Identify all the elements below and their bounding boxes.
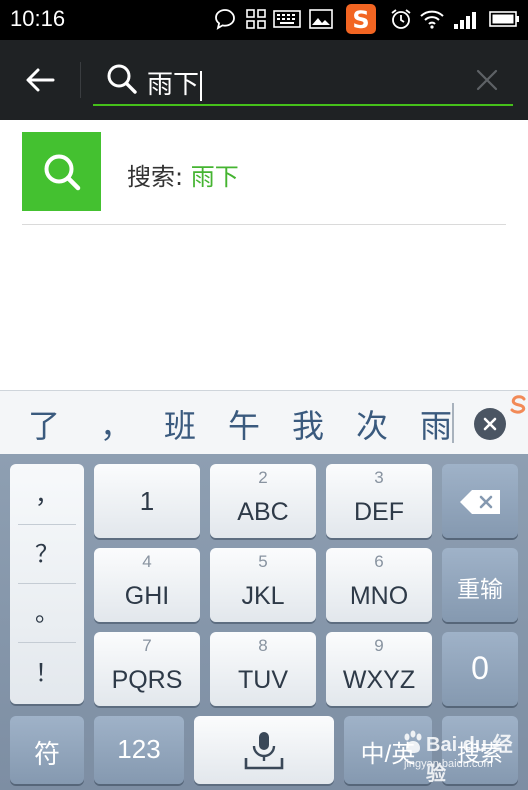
close-icon: [483, 417, 497, 431]
text-caret: [200, 70, 203, 101]
candidate-word[interactable]: 班: [164, 401, 196, 447]
result-search-icon-box: [22, 132, 101, 211]
close-icon: [476, 69, 498, 91]
backspace-button[interactable]: [442, 464, 518, 538]
result-divider: [22, 224, 506, 225]
search-query-text: 雨下: [147, 64, 203, 101]
key-3-def[interactable]: 3 DEF: [326, 464, 432, 538]
search-icon: [105, 62, 139, 100]
paw-icon: [404, 730, 422, 753]
numbers-button[interactable]: 123: [94, 716, 184, 784]
baidu-jingyan-watermark: Bai du 经验 jingyan.baidu.com: [398, 728, 524, 785]
search-result-item[interactable]: 搜索: 雨下: [0, 120, 528, 226]
ime-candidate-bar: 了 ， 班 午 我 次 雨: [0, 390, 528, 454]
search-icon: [44, 154, 80, 190]
candidate-separator: [452, 403, 454, 443]
candidate-word[interactable]: 次: [356, 401, 388, 447]
microphone-icon: [244, 732, 284, 770]
key-1[interactable]: 1: [94, 464, 200, 538]
grid-apps-icon: [244, 6, 268, 32]
signal-icon: [452, 6, 482, 32]
sogou-logo-icon: [506, 393, 528, 417]
key-4-ghi[interactable]: 4 GHI: [94, 548, 200, 622]
sogou-s-icon: S: [346, 4, 376, 34]
key-6-mno[interactable]: 6 MNO: [326, 548, 432, 622]
punctuation-column: ， ？ 。 ！: [10, 464, 84, 704]
alarm-icon: [388, 6, 414, 32]
watermark-url: jingyan.baidu.com: [404, 758, 493, 770]
search-input[interactable]: 雨下: [93, 54, 513, 106]
retype-button[interactable]: 重输: [442, 548, 518, 622]
candidate-word[interactable]: 了: [28, 401, 60, 447]
voice-input-button[interactable]: [194, 716, 334, 784]
result-query: 雨下: [190, 163, 239, 191]
toolbar-divider: [80, 62, 81, 98]
battery-icon: [488, 6, 522, 32]
key-8-tuv[interactable]: 8 TUV: [210, 632, 316, 706]
status-time: 10:16: [10, 6, 66, 31]
candidate-word[interactable]: 雨: [420, 401, 452, 447]
chat-bubble-icon: [212, 6, 238, 32]
wifi-icon: [418, 6, 446, 32]
svg-text:S: S: [352, 6, 369, 34]
punct-key-question[interactable]: ？: [18, 525, 76, 583]
keyboard-icon: [272, 6, 302, 32]
symbols-button[interactable]: 符: [10, 716, 84, 784]
watermark-text: Bai du 经验: [426, 734, 513, 785]
arrow-left-icon: [26, 68, 55, 92]
status-bar: 10:16 S: [0, 0, 528, 40]
candidate-word[interactable]: ，: [100, 401, 132, 447]
key-7-pqrs[interactable]: 7 PQRS: [94, 632, 200, 706]
key-9-wxyz[interactable]: 9 WXYZ: [326, 632, 432, 706]
candidate-word[interactable]: 我: [292, 401, 324, 447]
collapse-candidates-button[interactable]: [474, 408, 506, 440]
backspace-icon: [460, 490, 500, 514]
image-icon: [308, 6, 334, 32]
back-button[interactable]: [14, 58, 66, 102]
punct-divider: [18, 642, 76, 643]
key-2-abc[interactable]: 2 ABC: [210, 464, 316, 538]
clear-search-button[interactable]: [471, 64, 503, 96]
candidate-word[interactable]: 午: [228, 401, 260, 447]
key-0[interactable]: 0: [442, 632, 518, 706]
key-5-jkl[interactable]: 5 JKL: [210, 548, 316, 622]
result-label: 搜索: 雨下: [127, 163, 239, 191]
punct-key-comma[interactable]: ，: [18, 466, 76, 524]
punct-key-period[interactable]: 。: [18, 584, 76, 642]
search-toolbar: 雨下: [0, 40, 528, 120]
punct-key-exclaim[interactable]: ！: [18, 644, 76, 702]
